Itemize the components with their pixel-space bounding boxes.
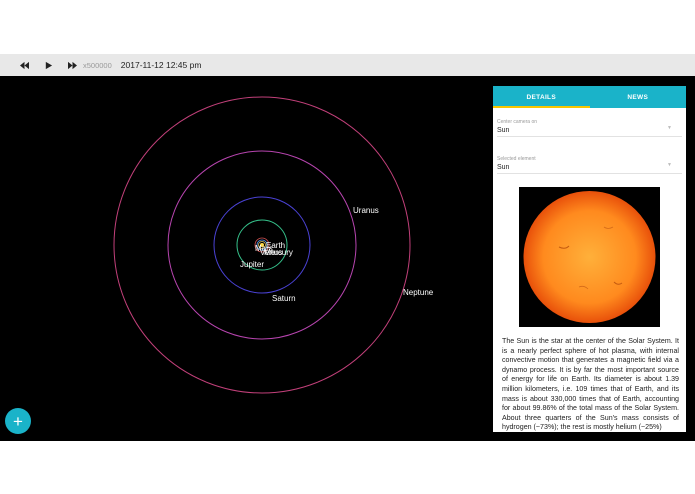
planet-label-uranus[interactable]: Uranus bbox=[353, 206, 379, 215]
simulation-datetime: 2017-11-12 12:45 pm bbox=[120, 60, 202, 70]
element-description: The Sun is the star at the center of the… bbox=[502, 337, 679, 432]
add-button[interactable]: + bbox=[5, 408, 31, 434]
planet-label-mercury[interactable]: Mercury bbox=[264, 248, 293, 257]
center-camera-select[interactable]: Center camera on Sun ▼ bbox=[497, 108, 682, 137]
planet-label-jupiter[interactable]: Jupiter bbox=[240, 260, 264, 269]
panel-tabs: DETAILS NEWS bbox=[493, 86, 686, 108]
chevron-down-icon: ▼ bbox=[667, 162, 672, 168]
play-icon bbox=[45, 61, 52, 69]
tab-news[interactable]: NEWS bbox=[590, 86, 687, 108]
rewind-button[interactable] bbox=[17, 58, 31, 72]
speed-multiplier[interactable]: x500000 bbox=[83, 61, 112, 70]
rewind-icon bbox=[19, 61, 29, 69]
details-panel: DETAILS NEWS Center camera on Sun ▼ Sele… bbox=[493, 86, 686, 432]
fast-forward-icon bbox=[67, 61, 77, 69]
play-button[interactable] bbox=[41, 58, 55, 72]
fast-forward-button[interactable] bbox=[65, 58, 79, 72]
selected-element-select[interactable]: Selected element Sun ▼ bbox=[497, 145, 682, 174]
planet-label-saturn[interactable]: Saturn bbox=[272, 294, 296, 303]
center-camera-label: Center camera on bbox=[497, 119, 538, 125]
center-camera-value: Sun bbox=[497, 127, 510, 134]
selected-element-value: Sun bbox=[497, 164, 510, 171]
simulation-toolbar: x500000 2017-11-12 12:45 pm bbox=[0, 54, 695, 76]
selected-element-label: Selected element bbox=[497, 156, 536, 162]
sun-image bbox=[519, 187, 660, 327]
planet-label-neptune[interactable]: Neptune bbox=[403, 288, 434, 297]
plus-icon: + bbox=[13, 411, 23, 431]
chevron-down-icon: ▼ bbox=[667, 125, 672, 131]
tab-details[interactable]: DETAILS bbox=[493, 86, 590, 108]
